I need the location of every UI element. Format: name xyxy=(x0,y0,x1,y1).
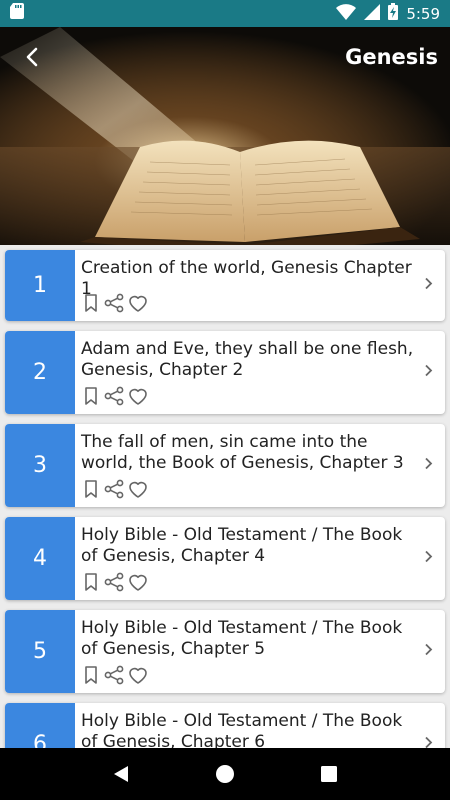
chevron-right-icon xyxy=(424,276,433,295)
sd-card-icon xyxy=(10,3,24,24)
back-button[interactable] xyxy=(16,43,48,75)
chapter-list[interactable]: 1 Creation of the world, Genesis Chapter… xyxy=(0,245,450,748)
chapter-title: Adam and Eve, they shall be one flesh, G… xyxy=(81,339,414,380)
share-icon[interactable] xyxy=(103,572,125,592)
chevron-right-icon xyxy=(424,456,433,475)
chevron-right-icon xyxy=(424,363,433,382)
chapter-title: The fall of men, sin came into the world… xyxy=(81,432,404,473)
chevron-right-icon xyxy=(424,642,433,661)
chapter-card[interactable]: 2 Adam and Eve, they shall be one flesh,… xyxy=(5,331,445,414)
bookmark-icon[interactable] xyxy=(81,572,101,592)
chapter-number: 6 xyxy=(5,703,75,748)
chapter-card[interactable]: 3 The fall of men, sin came into the wor… xyxy=(5,424,445,507)
nav-home-icon[interactable] xyxy=(215,764,235,784)
status-time: 5:59 xyxy=(406,4,440,23)
bookmark-icon[interactable] xyxy=(81,293,101,313)
nav-recents-icon[interactable] xyxy=(320,765,338,783)
chevron-right-icon xyxy=(424,549,433,568)
heart-icon[interactable] xyxy=(127,293,149,313)
back-arrow-icon xyxy=(25,47,39,72)
chevron-right-icon xyxy=(424,735,433,748)
nav-back-icon[interactable] xyxy=(112,764,130,784)
chapter-number: 2 xyxy=(5,331,75,414)
bookmark-icon[interactable] xyxy=(81,479,101,499)
header: Genesis xyxy=(0,27,450,245)
chapter-title: Holy Bible - Old Testament / The Book of… xyxy=(81,525,403,566)
status-bar: 5:59 xyxy=(0,0,450,27)
chapter-title: Holy Bible - Old Testament / The Book of… xyxy=(81,711,403,748)
share-icon[interactable] xyxy=(103,293,125,313)
page-title: Genesis xyxy=(345,45,438,69)
heart-icon[interactable] xyxy=(127,479,149,499)
signal-icon xyxy=(364,3,381,24)
share-icon[interactable] xyxy=(103,665,125,685)
heart-icon[interactable] xyxy=(127,665,149,685)
share-icon[interactable] xyxy=(103,386,125,406)
chapter-number: 5 xyxy=(5,610,75,693)
wifi-icon xyxy=(336,3,357,24)
heart-icon[interactable] xyxy=(127,572,149,592)
share-icon[interactable] xyxy=(103,479,125,499)
chapter-card[interactable]: 1 Creation of the world, Genesis Chapter… xyxy=(5,250,445,321)
chapter-number: 4 xyxy=(5,517,75,600)
chapter-number: 3 xyxy=(5,424,75,507)
bookmark-icon[interactable] xyxy=(81,665,101,685)
chapter-card[interactable]: 6 Holy Bible - Old Testament / The Book … xyxy=(5,703,445,748)
chapter-card[interactable]: 5 Holy Bible - Old Testament / The Book … xyxy=(5,610,445,693)
chapter-number: 1 xyxy=(5,250,75,321)
chapter-card[interactable]: 4 Holy Bible - Old Testament / The Book … xyxy=(5,517,445,600)
battery-charging-icon xyxy=(388,3,399,24)
bookmark-icon[interactable] xyxy=(81,386,101,406)
navigation-bar xyxy=(0,748,450,800)
chapter-title: Holy Bible - Old Testament / The Book of… xyxy=(81,618,403,659)
heart-icon[interactable] xyxy=(127,386,149,406)
